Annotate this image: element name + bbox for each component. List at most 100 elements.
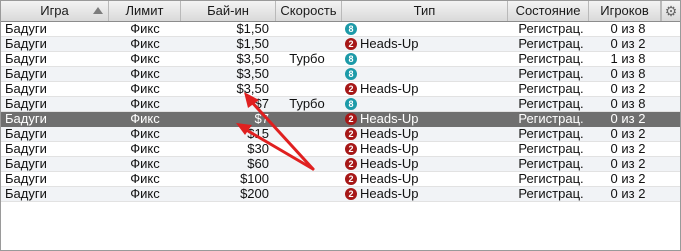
- cell-limit: Фикс: [130, 157, 160, 171]
- cell-type: 2 Heads-Up: [345, 187, 505, 201]
- cell-type: 2 Heads-Up: [345, 157, 505, 171]
- cell-speed: Турбо: [289, 97, 325, 111]
- table-row[interactable]: Бадуги Фикс $30 2 Heads-Up Регистрац. 0 из 2: [1, 142, 680, 157]
- cell-type-label: Heads-Up: [360, 82, 419, 96]
- cell-game: Бадуги: [5, 127, 47, 141]
- cell-state: Регистрац.: [518, 82, 584, 96]
- cell-type: 2 Heads-Up: [345, 142, 505, 156]
- cell-type-label: Heads-Up: [360, 157, 419, 171]
- cell-type-label: Heads-Up: [360, 112, 419, 126]
- cell-buyin: $15: [247, 127, 269, 141]
- cell-speed: [277, 82, 337, 96]
- cell-buyin: $200: [240, 187, 269, 201]
- eight-game-badge-icon: 8: [345, 23, 357, 35]
- table-row[interactable]: Бадуги Фикс $3,50 Турбо 8 Регистрац. 1 из 8: [1, 52, 680, 67]
- cell-limit: Фикс: [130, 127, 160, 141]
- cell-game: Бадуги: [5, 187, 47, 201]
- column-header-buyin[interactable]: Бай-ин: [181, 1, 276, 21]
- cell-type: 8: [345, 97, 505, 111]
- cell-players: 0 из 2: [610, 172, 646, 186]
- cell-game: Бадуги: [5, 97, 47, 111]
- column-header-state[interactable]: Состояние: [508, 1, 589, 21]
- cell-game: Бадуги: [5, 142, 47, 156]
- table-row-selected[interactable]: Бадуги Фикс $7 2 Heads-Up Регистрац. 0 из 2: [1, 112, 680, 127]
- column-header-type[interactable]: Тип: [342, 1, 508, 21]
- cell-limit: Фикс: [130, 112, 160, 126]
- cell-speed: [277, 127, 337, 141]
- cell-type: 8: [345, 22, 505, 36]
- cell-buyin: $7: [254, 112, 269, 126]
- cell-limit: Фикс: [130, 22, 160, 36]
- cell-game: Бадуги: [5, 172, 47, 186]
- table-row[interactable]: Бадуги Фикс $3,50 2 Heads-Up Регистрац. 0 из 2: [1, 82, 680, 97]
- eight-game-badge-icon: 8: [345, 53, 357, 65]
- table-header: Игра Лимит Бай-ин Скорость Тип Состояние…: [1, 1, 680, 22]
- cell-limit: Фикс: [130, 52, 160, 66]
- cell-state: Регистрац.: [518, 67, 584, 81]
- cell-speed: [277, 22, 337, 36]
- table-row[interactable]: Бадуги Фикс $60 2 Heads-Up Регистрац. 0 из 2: [1, 157, 680, 172]
- cell-state: Регистрац.: [518, 112, 584, 126]
- cell-limit: Фикс: [130, 67, 160, 81]
- cell-state: Регистрац.: [518, 97, 584, 111]
- cell-players: 0 из 8: [610, 67, 646, 81]
- cell-buyin: $1,50: [236, 37, 269, 51]
- cell-type: 2 Heads-Up: [345, 112, 505, 126]
- cell-game: Бадуги: [5, 112, 47, 126]
- column-header-players[interactable]: Игроков: [589, 1, 661, 21]
- cell-game: Бадуги: [5, 157, 47, 171]
- cell-type-label: Heads-Up: [360, 37, 419, 51]
- table-body: Бадуги Фикс $1,50 8 Регистрац. 0 из 8 Бадуги Фи…: [1, 22, 680, 202]
- cell-type: 8: [345, 67, 505, 81]
- cell-players: 0 из 2: [610, 187, 646, 201]
- column-header-game[interactable]: Игра: [1, 1, 109, 21]
- table-row[interactable]: Бадуги Фикс $3,50 8 Регистрац. 0 из 8: [1, 67, 680, 82]
- cell-players: 0 из 8: [610, 22, 646, 36]
- cell-speed: Турбо: [289, 52, 325, 66]
- cell-state: Регистрац.: [518, 52, 584, 66]
- column-header-players-label: Игроков: [600, 3, 649, 18]
- cell-players: 0 из 2: [610, 142, 646, 156]
- two-player-badge-icon: 2: [345, 143, 357, 155]
- cell-buyin: $7: [254, 97, 269, 111]
- table-row[interactable]: Бадуги Фикс $15 2 Heads-Up Регистрац. 0 из 2: [1, 127, 680, 142]
- cell-buyin: $60: [247, 157, 269, 171]
- cell-game: Бадуги: [5, 82, 47, 96]
- cell-type: 2 Heads-Up: [345, 127, 505, 141]
- cell-buyin: $100: [240, 172, 269, 186]
- eight-game-badge-icon: 8: [345, 98, 357, 110]
- eight-game-badge-icon: 8: [345, 68, 357, 80]
- cell-type: 2 Heads-Up: [345, 37, 505, 51]
- cell-buyin: $30: [247, 142, 269, 156]
- cell-state: Регистрац.: [518, 37, 584, 51]
- cell-state: Регистрац.: [518, 22, 584, 36]
- cell-game: Бадуги: [5, 67, 47, 81]
- column-header-limit[interactable]: Лимит: [109, 1, 181, 21]
- cell-type-label: Heads-Up: [360, 172, 419, 186]
- cell-players: 0 из 2: [610, 157, 646, 171]
- cell-game: Бадуги: [5, 52, 47, 66]
- table-row[interactable]: Бадуги Фикс $7 Турбо 8 Регистрац. 0 из 8: [1, 97, 680, 112]
- cell-type-label: Heads-Up: [360, 142, 419, 156]
- table-row[interactable]: Бадуги Фикс $100 2 Heads-Up Регистрац. 0 из 2: [1, 172, 680, 187]
- table-row[interactable]: Бадуги Фикс $1,50 8 Регистрац. 0 из 8: [1, 22, 680, 37]
- column-header-speed[interactable]: Скорость: [276, 1, 342, 21]
- cell-players: 0 из 2: [610, 37, 646, 51]
- cell-buyin: $3,50: [236, 67, 269, 81]
- two-player-badge-icon: 2: [345, 128, 357, 140]
- column-header-state-label: Состояние: [515, 3, 581, 18]
- cell-speed: [277, 67, 337, 81]
- column-header-game-label: Игра: [40, 3, 69, 18]
- column-header-buyin-label: Бай-ин: [207, 3, 249, 18]
- gear-icon[interactable]: ⚙: [661, 1, 680, 21]
- cell-speed: [277, 172, 337, 186]
- cell-speed: [277, 37, 337, 51]
- sort-ascending-icon: [93, 7, 103, 14]
- column-header-speed-label: Скорость: [280, 3, 337, 18]
- table-row[interactable]: Бадуги Фикс $1,50 2 Heads-Up Регистрац. 0 из 2: [1, 37, 680, 52]
- two-player-badge-icon: 2: [345, 158, 357, 170]
- two-player-badge-icon: 2: [345, 173, 357, 185]
- tournament-list: Игра Лимит Бай-ин Скорость Тип Состояние…: [0, 0, 681, 251]
- cell-limit: Фикс: [130, 97, 160, 111]
- table-row[interactable]: Бадуги Фикс $200 2 Heads-Up Регистрац. 0 из 2: [1, 187, 680, 202]
